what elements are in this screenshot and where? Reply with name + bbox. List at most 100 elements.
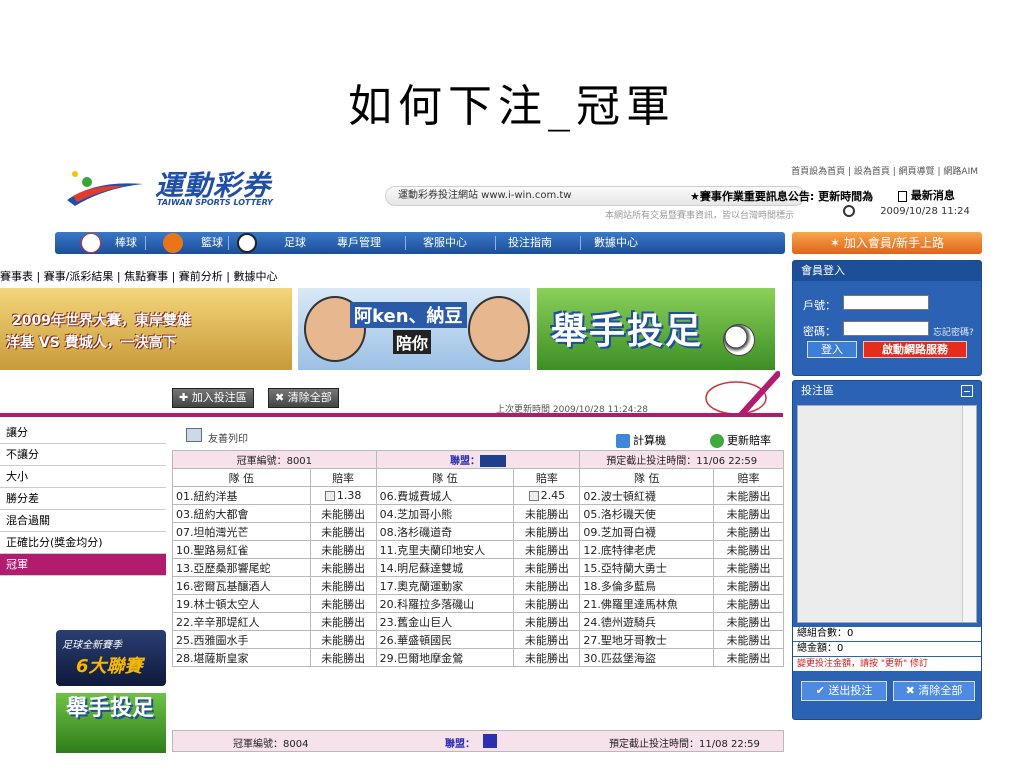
odds-cell: 未能勝出 [713, 630, 784, 649]
menu-margin[interactable]: 勝分差 [0, 488, 166, 510]
team-cell: 22.辛辛那堤紅人 [172, 612, 311, 631]
calculator-button[interactable]: 計算機 [616, 432, 666, 448]
odds-value: 未能勝出 [524, 579, 569, 593]
menu-no-handicap[interactable]: 不讓分 [0, 444, 166, 466]
world-series-banner[interactable]: 2009年世界大賽，東岸雙雄 洋基 VS 費城人，一決高下 [0, 288, 292, 370]
clock-icon [843, 205, 855, 217]
nav-data[interactable]: 數據中心 [594, 232, 638, 254]
forgot-password-link[interactable]: 忘記密碼? [933, 325, 974, 338]
nav-baseball[interactable]: 棒球 [115, 232, 137, 254]
nav-divider [228, 236, 229, 250]
top-links[interactable]: 首頁設為首頁 | 設為首頁 | 網頁導覽 | 網路AIM [791, 164, 978, 177]
team-cell: 16.密爾瓦基釀酒人 [172, 576, 311, 595]
team-name: 22.辛辛那堤紅人 [176, 615, 260, 629]
odds-cell: 未能勝出 [309, 504, 377, 523]
team-cell: 20.科羅拉多落磯山 [375, 594, 515, 613]
team-cell: 14.明尼蘇達雙城 [375, 558, 515, 577]
join-member-button[interactable]: ✶ 加入會員/新手上路 [792, 232, 982, 254]
clear-betslip-label: 清除全部 [918, 684, 963, 697]
odds-cell: 未能勝出 [513, 504, 581, 523]
table-row: 13.亞歷桑那響尾蛇 未能勝出 14.明尼蘇達雙城 未能勝出 15.亞特蘭大勇士 未能勝出 [172, 558, 784, 577]
add-to-betslip-button[interactable]: ✚ 加入投注區 [172, 388, 254, 408]
nav-service[interactable]: 客服中心 [423, 232, 467, 254]
table-row: 28.堪薩斯皇家 未能勝出 29.巴爾地摩金鶯 未能勝出 30.匹茲堡海盜 未能勝出 [172, 648, 784, 667]
site-logo[interactable]: 運動彩券 TAIWAN SPORTS LOTTERY [55, 160, 285, 220]
nav-soccer[interactable]: 足球 [284, 232, 306, 254]
odds-value: 未能勝出 [524, 543, 569, 557]
menu-champion[interactable]: 冠軍 [0, 554, 166, 576]
team-cell: 18.多倫多藍鳥 [579, 576, 715, 595]
campaign-promo[interactable]: 舉手投足 [56, 693, 166, 753]
odds-cell[interactable]: 1.38 [309, 486, 377, 505]
nav-guide[interactable]: 投注指南 [508, 232, 552, 254]
odds-value: 未能勝出 [726, 561, 771, 575]
menu-parlay[interactable]: 混合過關 [0, 510, 166, 532]
odds-value: 未能勝出 [524, 561, 569, 575]
odds-cell: 未能勝出 [713, 486, 784, 505]
latest-news-label: 最新消息 [910, 189, 955, 202]
team-cell: 08.洛杉磯道奇 [375, 522, 515, 541]
bet-type-menu: 讓分 不讓分 大小 勝分差 混合過關 正確比分(獎金均分) 冠軍 [0, 422, 166, 576]
menu-over-under[interactable]: 大小 [0, 466, 166, 488]
latest-news-link[interactable]: 最新消息 [898, 187, 955, 203]
baseball-icon [81, 233, 101, 253]
odds-value: 未能勝出 [524, 615, 569, 629]
next-champion-caption: 冠軍編號：8004 聯盟： 預定截止投注時間：11/08 22:59 [172, 730, 784, 752]
betslip-list[interactable] [797, 405, 977, 623]
minimize-icon[interactable] [961, 385, 973, 397]
scrollbar[interactable] [962, 406, 976, 622]
odds-cell[interactable]: 2.45 [513, 486, 581, 505]
table-row: 19.林士頓太空人 未能勝出 20.科羅拉多落磯山 未能勝出 21.佛羅里達馬林魚 未能勝… [172, 594, 784, 613]
website-screenshot: 運動彩券 TAIWAN SPORTS LOTTERY 首頁設為首頁 | 設為首頁… [0, 160, 990, 768]
section-divider [0, 413, 783, 417]
refresh-odds-button[interactable]: 更新賠率 [710, 432, 771, 448]
bet-checkbox[interactable] [528, 491, 539, 501]
champion-number: 冠軍編號：8004 [233, 739, 309, 750]
team-cell: 05.洛杉磯天使 [579, 504, 715, 523]
bet-checkbox[interactable] [324, 491, 335, 501]
team-cell: 04.芝加哥小熊 [375, 504, 515, 523]
printer-icon [186, 428, 202, 442]
sub-links[interactable]: 賽事表 | 賽事/派彩結果 | 焦點賽事 | 賽前分析 | 數據中心 [0, 268, 278, 284]
col-header: 隊 伍 [375, 468, 515, 487]
table-tools: 友善列印 計算機 更新賠率 [172, 420, 784, 450]
team-cell: 23.舊金山巨人 [375, 612, 515, 631]
menu-correct-score[interactable]: 正確比分(獎金均分) [0, 532, 166, 554]
odds-value: 未能勝出 [726, 543, 771, 557]
main-nav: 棒球 籃球 足球 專戶管理 客服中心 投注指南 數據中心 [55, 232, 785, 254]
account-input[interactable] [843, 295, 929, 310]
timezone-note: 本網站所有交易暨賽事資訊，皆以台灣時間標示 [605, 211, 795, 221]
team-cell: 09.芝加哥白襪 [579, 522, 715, 541]
odds-cell: 未能勝出 [513, 522, 581, 541]
soccer-ball-icon [237, 233, 257, 253]
check-icon: ✔ [815, 684, 829, 697]
slide-title: 如何下注_冠軍 [348, 81, 676, 132]
nav-account[interactable]: 專戶管理 [337, 232, 381, 254]
odds-value: 未能勝出 [321, 579, 366, 593]
odds-value: 未能勝出 [321, 615, 366, 629]
close-icon: ✖ [275, 391, 288, 404]
campaign-banner[interactable]: 舉手投足 [537, 288, 775, 370]
soccer-ball-icon [723, 324, 755, 356]
clear-betslip-button[interactable]: ✖ 清除全部 [893, 681, 975, 701]
menu-handicap[interactable]: 讓分 [0, 422, 166, 444]
clear-all-button[interactable]: ✖ 清除全部 [268, 388, 339, 408]
spokesperson-banner[interactable]: 阿ken、納豆 陪你 [298, 288, 530, 370]
password-input[interactable] [843, 321, 929, 336]
start-service-button[interactable]: 啟動網路服務 [863, 341, 967, 358]
important-notice[interactable]: ★賽事作業重要訊息公告: 更新時間為 [690, 188, 873, 204]
team-name: 26.華盛頓國民 [379, 633, 453, 647]
table-header-row: 隊 伍 賠率 隊 伍 賠率 隊 伍 賠率 [172, 468, 784, 487]
col-header: 賠率 [309, 468, 377, 487]
login-button[interactable]: 登入 [807, 341, 857, 358]
nav-divider [580, 236, 581, 250]
team-name: 16.密爾瓦基釀酒人 [176, 579, 271, 593]
nav-basketball[interactable]: 籃球 [201, 232, 223, 254]
team-cell: 12.底特律老虎 [579, 540, 715, 559]
promo-text: 舉手投足 [66, 696, 155, 721]
soccer-season-promo[interactable]: 足球全新賽季 6大聯賽 [56, 630, 166, 686]
odds-value: 未能勝出 [524, 507, 569, 521]
submit-bet-button[interactable]: ✔ 送出投注 [801, 681, 887, 701]
print-link[interactable]: 友善列印 [208, 430, 248, 445]
odds-cell: 未能勝出 [713, 576, 784, 595]
